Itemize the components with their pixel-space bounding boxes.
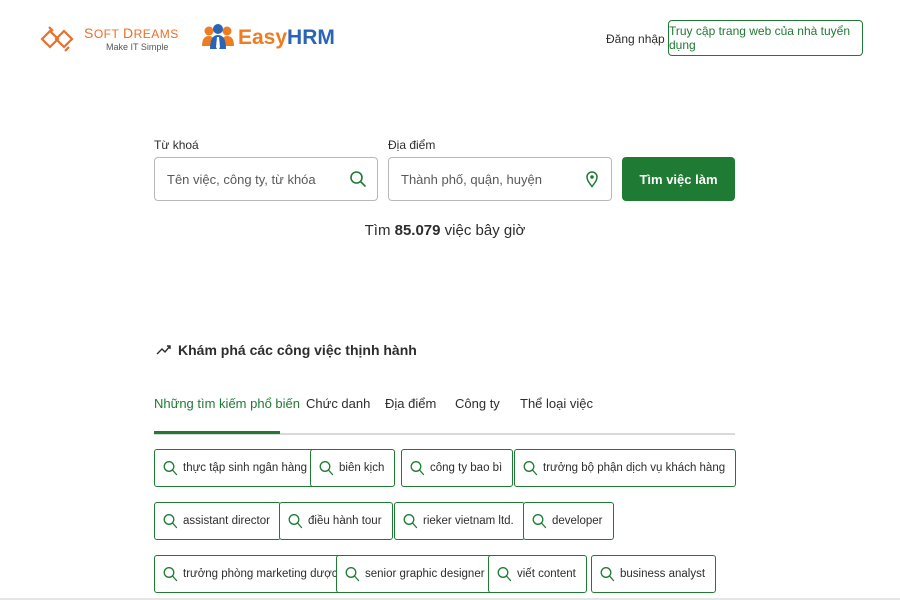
location-input[interactable] bbox=[399, 157, 583, 201]
search-icon bbox=[163, 514, 178, 529]
search-icon bbox=[403, 514, 418, 529]
easyhrm-people-icon bbox=[202, 24, 234, 51]
keyword-input[interactable] bbox=[165, 157, 349, 201]
location-field bbox=[388, 157, 612, 201]
chip-label: viết content bbox=[517, 568, 576, 580]
location-pin-icon bbox=[586, 171, 598, 188]
chip-label: công ty bao bì bbox=[430, 462, 503, 474]
keyword-field bbox=[154, 157, 378, 201]
active-tab-indicator bbox=[154, 431, 280, 434]
chip-label: senior graphic designer bbox=[365, 568, 485, 580]
job-count-text: Tìm 85.079 việc bây giờ bbox=[364, 222, 526, 239]
search-chip[interactable]: developer bbox=[523, 502, 614, 540]
tab-locations[interactable]: Địa điểm bbox=[385, 396, 436, 411]
search-icon bbox=[523, 461, 538, 476]
softdreams-brand: SOFT DREAMS bbox=[84, 25, 179, 41]
trending-up-icon bbox=[156, 345, 171, 355]
chip-label: trưởng bộ phận dịch vụ khách hàng bbox=[543, 462, 726, 474]
search-icon bbox=[497, 567, 512, 582]
search-icon bbox=[410, 461, 425, 476]
tab-job-titles[interactable]: Chức danh bbox=[306, 396, 370, 411]
location-label: Địa điểm bbox=[388, 138, 436, 152]
search-chip[interactable]: senior graphic designer bbox=[336, 555, 496, 593]
search-icon bbox=[345, 567, 360, 582]
search-chip[interactable]: biên kịch bbox=[310, 449, 396, 487]
search-icon bbox=[163, 461, 178, 476]
chip-label: rieker vietnam ltd. bbox=[423, 515, 514, 527]
search-chip[interactable]: assistant director bbox=[154, 502, 281, 540]
chip-label: thực tập sinh ngân hàng bbox=[183, 462, 308, 474]
search-icon bbox=[350, 171, 366, 187]
easyhrm-wordmark: EasyHRM bbox=[238, 26, 335, 49]
trending-title: Khám phá các công việc thịnh hành bbox=[178, 342, 417, 358]
chip-label: business analyst bbox=[620, 568, 706, 580]
softdreams-slogan: Make IT Simple bbox=[106, 42, 169, 52]
find-jobs-button[interactable]: Tìm việc làm bbox=[622, 157, 735, 201]
search-chip[interactable]: trưởng phòng marketing dược bbox=[154, 555, 349, 593]
search-icon bbox=[600, 567, 615, 582]
chip-label: điều hành tour bbox=[308, 515, 382, 527]
trending-section-header: Khám phá các công việc thịnh hành bbox=[156, 342, 417, 358]
easyhrm-logo[interactable]: EasyHRM bbox=[200, 22, 335, 54]
search-chip[interactable]: rieker vietnam ltd. bbox=[394, 502, 525, 540]
search-chip[interactable]: viết content bbox=[488, 555, 587, 593]
search-icon bbox=[288, 514, 303, 529]
softdreams-logo[interactable]: SOFT DREAMS Make IT Simple bbox=[38, 22, 179, 56]
search-chip[interactable]: công ty bao bì bbox=[401, 449, 514, 487]
top-header: SOFT DREAMS Make IT Simple EasyHRM Đăng … bbox=[0, 0, 900, 80]
employer-site-button[interactable]: Truy cập trang web của nhà tuyển dụng bbox=[668, 20, 863, 56]
login-link[interactable]: Đăng nhập bbox=[606, 32, 665, 46]
search-chip[interactable]: thực tập sinh ngân hàng bbox=[154, 449, 319, 487]
keyword-label: Từ khoá bbox=[154, 138, 199, 152]
chip-label: biên kịch bbox=[339, 462, 385, 474]
tab-companies[interactable]: Công ty bbox=[455, 396, 500, 411]
search-chip[interactable]: trưởng bộ phận dịch vụ khách hàng bbox=[514, 449, 737, 487]
tab-job-categories[interactable]: Thể loại việc bbox=[520, 396, 593, 411]
search-chip[interactable]: điều hành tour bbox=[279, 502, 393, 540]
search-icon bbox=[163, 567, 178, 582]
softdreams-logo-icon bbox=[40, 26, 74, 52]
search-icon bbox=[319, 461, 334, 476]
trending-tabs: Những tìm kiếm phổ biến Chức danh Địa đi… bbox=[154, 390, 735, 435]
search-icon bbox=[532, 514, 547, 529]
tab-popular-searches[interactable]: Những tìm kiếm phổ biến bbox=[154, 396, 300, 411]
chip-label: trưởng phòng marketing dược bbox=[183, 568, 338, 580]
chip-label: assistant director bbox=[183, 515, 270, 527]
chip-label: developer bbox=[552, 515, 603, 527]
job-count-number: 85.079 bbox=[394, 222, 441, 239]
search-chip[interactable]: business analyst bbox=[591, 555, 717, 593]
